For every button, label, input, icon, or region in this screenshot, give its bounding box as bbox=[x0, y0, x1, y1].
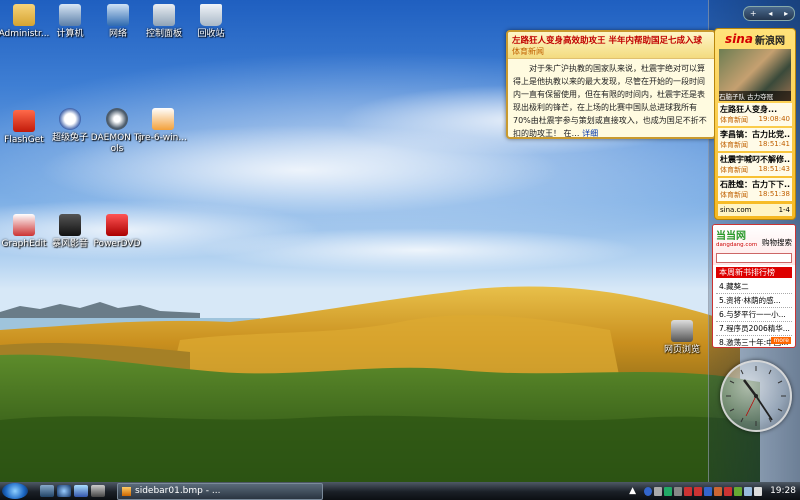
news-item-time: 19:08:40 bbox=[758, 115, 790, 123]
news-list-item[interactable]: 石胜煌：古力下下... 体育新闻 18:51:38 bbox=[718, 178, 792, 201]
tray-app-icon[interactable] bbox=[694, 486, 703, 496]
sina-footer: sina.com 1-4 bbox=[718, 204, 792, 216]
news-item-time: 18:51:38 bbox=[758, 190, 790, 198]
desktop-icon-jre-installer[interactable]: jre-6-win... bbox=[135, 108, 191, 144]
news-item-time: 18:51:43 bbox=[758, 165, 790, 173]
desktop-icon-label: 回收站 bbox=[197, 29, 225, 39]
network-icon bbox=[107, 4, 129, 26]
rabbit-icon bbox=[59, 108, 81, 130]
book-list-item[interactable]: 6.与梦平行一一小... bbox=[716, 308, 792, 322]
dangdang-gadget: 当当网 dangdang.com 购物搜索 本周新书排行榜 4.藏獒二 5.资将… bbox=[712, 224, 796, 348]
clock-gadget[interactable] bbox=[720, 360, 792, 432]
next-icon[interactable]: ▸ bbox=[784, 9, 788, 18]
news-item-time: 18:51:41 bbox=[758, 140, 790, 148]
taskbar-window-title: sidebar01.bmp - ... bbox=[135, 486, 221, 496]
taskbar-window-button[interactable]: sidebar01.bmp - ... bbox=[117, 482, 323, 500]
internet-explorer-icon[interactable] bbox=[57, 485, 71, 497]
desktop-icon-label: jre-6-win... bbox=[139, 133, 187, 143]
news-item-category: 体育新闻 bbox=[720, 166, 748, 174]
news-ellipsis: 在… bbox=[563, 129, 580, 138]
sidebar-controls[interactable]: + ◂ ▸ bbox=[743, 6, 795, 21]
news-flyout: 左路狂人变身高效助攻王 半年内帮助国足七成入球 体育新闻 对于朱广沪执教的国家队… bbox=[506, 30, 716, 139]
web-browse-icon bbox=[671, 320, 693, 342]
tray-app-icon[interactable] bbox=[654, 486, 663, 496]
help-icon[interactable] bbox=[644, 486, 653, 496]
news-list-item[interactable]: 李昌镐：古力比党... 体育新闻 18:51:41 bbox=[718, 128, 792, 151]
sina-logo[interactable]: sina 新浪网 bbox=[715, 29, 795, 49]
shopping-search-label: 购物搜索 bbox=[762, 238, 792, 247]
volume-icon[interactable] bbox=[754, 486, 763, 496]
sina-site-link[interactable]: sina.com bbox=[720, 206, 752, 214]
book-list-item[interactable]: 4.藏獒二 bbox=[716, 280, 792, 294]
tray-app-icon[interactable] bbox=[714, 486, 723, 496]
more-button[interactable]: more bbox=[771, 337, 791, 344]
news-item-category: 体育新闻 bbox=[720, 191, 748, 199]
sina-pager[interactable]: 1-4 bbox=[779, 206, 790, 214]
news-item-title: 左路狂人变身... bbox=[720, 105, 778, 114]
network-tray-icon[interactable] bbox=[744, 486, 753, 496]
switch-windows-icon[interactable] bbox=[74, 485, 88, 497]
start-button[interactable] bbox=[2, 483, 28, 499]
storm-player-icon bbox=[59, 214, 81, 236]
shopping-search-input[interactable] bbox=[716, 253, 792, 263]
minute-hand bbox=[755, 395, 773, 421]
tray-app-icon[interactable] bbox=[674, 486, 683, 496]
hour-hand bbox=[743, 379, 757, 397]
news-item-category: 体育新闻 bbox=[720, 116, 748, 124]
tray-app-icon[interactable] bbox=[664, 486, 673, 496]
computer-icon bbox=[59, 4, 81, 26]
tray-app-icon[interactable] bbox=[684, 486, 693, 496]
tray-expand-icon[interactable]: ▲ bbox=[629, 486, 636, 496]
news-headline[interactable]: 左路狂人变身高效助攻王 半年内帮助国足七成入球 bbox=[512, 34, 710, 46]
control-panel-icon bbox=[153, 4, 175, 26]
news-list-item[interactable]: 杜震宇喊叼不解修... 体育新闻 18:51:43 bbox=[718, 153, 792, 176]
book-list-item[interactable]: 5.资将·林荫的感... bbox=[716, 294, 792, 308]
news-item-category: 体育新闻 bbox=[720, 141, 748, 149]
desktop-icon-label: 网页浏览 bbox=[663, 345, 700, 355]
taskbar: sidebar01.bmp - ... ▲ 19:28 bbox=[0, 482, 800, 500]
news-photo[interactable]: 石脑子队 古力夺冠 bbox=[719, 49, 791, 101]
recycle-bin-icon bbox=[200, 4, 222, 26]
desktop-icon-powerdvd[interactable]: PowerDVD bbox=[89, 214, 145, 250]
desktop-icon-recycle-bin[interactable]: 回收站 bbox=[183, 4, 239, 40]
graphedit-icon bbox=[13, 214, 35, 236]
add-gadget-icon[interactable]: + bbox=[750, 9, 757, 18]
news-flyout-header: 左路狂人变身高效助攻王 半年内帮助国足七成入球 体育新闻 bbox=[508, 32, 714, 59]
system-tray: ▲ 19:28 bbox=[629, 486, 800, 496]
paint-app-icon bbox=[122, 486, 131, 496]
photo-caption: 石脑子队 古力夺冠 bbox=[719, 91, 791, 101]
desktop-icon-label: PowerDVD bbox=[93, 239, 141, 249]
clock-face-icon bbox=[726, 366, 786, 426]
news-item-title: 杜震宇喊叼不解修... bbox=[720, 155, 790, 164]
show-desktop-icon[interactable] bbox=[40, 485, 54, 497]
news-body-text: 对于朱广沪执教的国家队来说，杜震宇绝对可以算得上是他执教以来的最大发现，尽管在开… bbox=[513, 64, 707, 138]
desktop-icon-web-browse[interactable]: 网页浏览 bbox=[654, 320, 710, 356]
sina-news-gadget: sina 新浪网 石脑子队 古力夺冠 左路狂人变身... 体育新闻 19:08:4… bbox=[714, 28, 796, 220]
flashget-icon bbox=[13, 110, 35, 132]
news-list-item[interactable]: 左路狂人变身... 体育新闻 19:08:40 bbox=[718, 103, 792, 126]
news-more-link[interactable]: 详细 bbox=[582, 129, 598, 137]
quick-launch-icon[interactable] bbox=[91, 485, 105, 497]
tray-app-icon[interactable] bbox=[704, 486, 713, 496]
previous-icon[interactable]: ◂ bbox=[768, 9, 772, 18]
powerdvd-icon bbox=[106, 214, 128, 236]
sina-logo-chinese: 新浪网 bbox=[754, 35, 785, 47]
news-item-title: 石胜煌：古力下下... bbox=[720, 180, 790, 189]
daemon-tools-icon bbox=[106, 108, 128, 130]
bestseller-title: 本周新书排行榜 bbox=[716, 267, 792, 278]
news-body: 对于朱广沪执教的国家队来说，杜震宇绝对可以算得上是他执教以来的最大发现，尽管在开… bbox=[508, 59, 714, 138]
book-list-item[interactable]: 7.程序员2006精华... bbox=[716, 322, 792, 336]
news-source: 体育新闻 bbox=[512, 47, 544, 56]
news-item-title: 李昌镐：古力比党... bbox=[720, 130, 790, 139]
tray-app-icon[interactable] bbox=[734, 486, 743, 496]
sina-logo-latin: sina bbox=[725, 32, 753, 46]
taskbar-clock[interactable]: 19:28 bbox=[770, 486, 796, 496]
dangdang-header: 当当网 dangdang.com 购物搜索 bbox=[713, 225, 795, 265]
java-icon bbox=[152, 108, 174, 130]
tray-app-icon[interactable] bbox=[724, 486, 733, 496]
second-hand bbox=[745, 395, 757, 417]
user-folder-icon bbox=[13, 4, 35, 26]
